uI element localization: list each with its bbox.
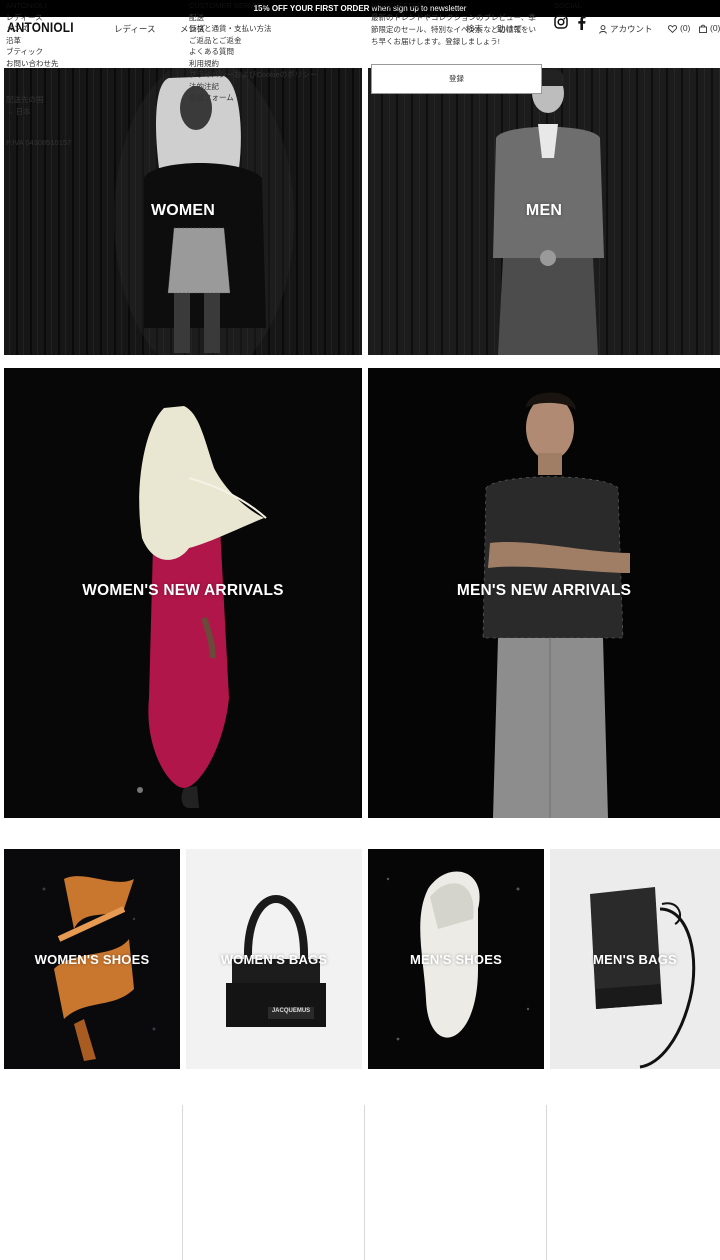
footer-social-title: SOCIAL [554, 1, 582, 10]
shipping-country-selector[interactable]: → 日本 [6, 106, 176, 118]
footer-link[interactable]: ご返品とご返金 [189, 35, 359, 47]
tile-women-shoes-label: WOMEN'S SHOES [34, 952, 150, 967]
tile-women-bags[interactable]: WOMEN'S BAGS JACQUEMUS [186, 849, 362, 1069]
footer-brand-column: ANTONIOLI レディース メンズ 沿革 ブティック お問い合わせ先 配送先… [6, 0, 176, 155]
footer-link[interactable]: 価格と通貨・支払い方法 [189, 23, 359, 35]
vat-number: P.IVA 04308510157 [6, 138, 72, 147]
tile-women-new-arrivals[interactable]: WOMEN'S NEW ARRIVALS [4, 368, 362, 818]
footer-newsletter-column: NEWSLETTER 最新のトレンドやコレクションのプレビュー、季節限定のセール… [371, 0, 543, 155]
footer-link[interactable]: 返品フォーム [189, 92, 359, 104]
newsletter-signup-button[interactable]: 登録 [371, 64, 542, 94]
footer-link[interactable]: プライバシーおよびCookieのポリシー [189, 69, 359, 81]
footer-newsletter-title: NEWSLETTER [371, 1, 423, 10]
footer-link[interactable]: 利用規約 [189, 58, 359, 70]
tile-women-new-arrivals-label: WOMEN'S NEW ARRIVALS [82, 582, 284, 599]
footer-brand-title: ANTONIOLI [6, 1, 47, 10]
footer-service-title: CUSTOMER SERVICE [189, 1, 267, 10]
footer-divider [364, 1105, 365, 1260]
footer-social-column: SOCIAL [554, 0, 714, 155]
footer-link[interactable]: 配送 [189, 12, 359, 24]
footer-divider [182, 1105, 183, 1260]
tile-men-new-arrivals-label: MEN'S NEW ARRIVALS [456, 582, 632, 599]
tile-men-bags-label: MEN'S BAGS [593, 952, 677, 967]
tile-women-shoes[interactable]: WOMEN'S SHOES [4, 849, 180, 1069]
tile-men-label: MEN [525, 202, 563, 219]
newsletter-text: 最新のトレンドやコレクションのプレビュー、季節限定のセール、特別なイベントなどの… [371, 12, 536, 46]
tile-women-bags-label: WOMEN'S BAGS [220, 952, 328, 967]
footer-service-column: CUSTOMER SERVICE 配送 価格と通貨・支払い方法 ご返品とご返金 … [189, 0, 359, 155]
shipping-country-label: 配送先の国 [6, 95, 44, 104]
footer-link[interactable]: お問い合わせ先 [6, 58, 176, 70]
tile-men-shoes[interactable]: MEN'S SHOES [368, 849, 544, 1069]
facebook-icon[interactable] [577, 15, 586, 30]
tile-women-label: WOMEN [150, 202, 216, 219]
footer-link[interactable]: メンズ [6, 23, 176, 35]
footer-link[interactable]: レディース [6, 12, 176, 24]
tile-men-new-arrivals[interactable]: MEN'S NEW ARRIVALS [368, 368, 720, 818]
footer-divider [546, 1105, 547, 1260]
tile-men-bags[interactable]: MEN'S BAGS [550, 849, 720, 1069]
footer-link[interactable]: ブティック [6, 46, 176, 58]
footer-link[interactable]: 法的注記 [189, 81, 359, 93]
bag-brand-stamp: JACQUEMUS [271, 1008, 311, 1014]
social-icons [554, 15, 714, 30]
footer-link[interactable]: 沿革 [6, 35, 176, 47]
footer-link[interactable]: よくある質問 [189, 46, 359, 58]
instagram-icon[interactable] [554, 15, 568, 29]
tile-men-shoes-label: MEN'S SHOES [410, 952, 502, 967]
